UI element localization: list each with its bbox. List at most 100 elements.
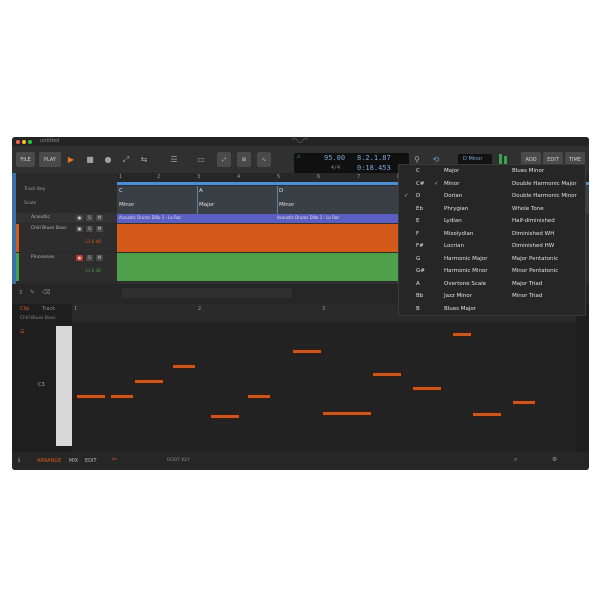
- menu-key-d[interactable]: D: [416, 193, 420, 199]
- note[interactable]: [110, 394, 134, 399]
- menu-scale-double-harmonic-minor[interactable]: Double Harmonic Minor: [512, 193, 577, 199]
- menu-key-e[interactable]: E: [416, 218, 419, 224]
- menu-scale-diminished-wh[interactable]: Diminished WH: [512, 231, 554, 237]
- grid-icon[interactable]: ⊞: [237, 152, 251, 167]
- track-acoustic[interactable]: Acoustic ● S M: [16, 213, 117, 223]
- menu-key-g[interactable]: G: [416, 256, 420, 262]
- tempo-display[interactable]: 95.00: [324, 154, 345, 162]
- note[interactable]: [247, 394, 271, 399]
- menu-key-csharp[interactable]: C#: [416, 181, 424, 187]
- menu-scale-minor[interactable]: Minor: [444, 181, 459, 187]
- info-icon[interactable]: ℹ: [18, 457, 20, 464]
- menu-key-b[interactable]: B: [416, 306, 420, 312]
- note[interactable]: [412, 386, 442, 391]
- zoom-window-button[interactable]: [28, 139, 32, 144]
- stop-icon[interactable]: ■: [84, 152, 96, 167]
- menu-scale-major[interactable]: Major: [444, 168, 459, 174]
- editor-overview[interactable]: [122, 288, 292, 298]
- play-icon[interactable]: ▶: [65, 152, 77, 167]
- menu-key-c[interactable]: C: [416, 168, 420, 174]
- file-button[interactable]: FILE: [16, 152, 35, 167]
- note[interactable]: [512, 400, 536, 405]
- note[interactable]: [134, 379, 164, 384]
- fit-icon[interactable]: ⤢: [217, 152, 231, 167]
- note[interactable]: [172, 364, 196, 369]
- note[interactable]: [372, 372, 402, 377]
- note-grid[interactable]: 1 2 3: [72, 304, 576, 452]
- record-arm-button[interactable]: ●: [76, 226, 83, 232]
- menu-scale-locrian[interactable]: Locrian: [444, 243, 464, 249]
- menu-scale-lydian[interactable]: Lydian: [444, 218, 462, 224]
- menu-scale-harmonic-minor[interactable]: Harmonic Minor: [444, 268, 488, 274]
- menu-scale-blues-major[interactable]: Blues Major: [444, 306, 476, 312]
- solo-button[interactable]: S: [86, 255, 93, 261]
- menu-icon[interactable]: ☰: [167, 152, 181, 167]
- automation-icon[interactable]: ⤢: [120, 152, 132, 167]
- track-chill-blues-bass[interactable]: Chill Blues Bass ● S M -13.0 dB: [16, 224, 117, 252]
- pinceanne-clip[interactable]: [117, 253, 413, 281]
- minimize-window-button[interactable]: [22, 139, 26, 144]
- menu-scale-dorian[interactable]: Dorian: [444, 193, 462, 199]
- menu-key-a[interactable]: A: [416, 281, 420, 287]
- menu-scale-harmonic-major[interactable]: Harmonic Major: [444, 256, 487, 262]
- solo-button[interactable]: S: [86, 215, 93, 221]
- note[interactable]: [472, 412, 502, 417]
- record-icon[interactable]: ●: [102, 152, 114, 167]
- layout-icon[interactable]: ☰: [20, 329, 24, 335]
- menu-scale-phrygian[interactable]: Phrygian: [444, 206, 468, 212]
- menu-scale-overtone[interactable]: Overtone Scale: [444, 281, 486, 287]
- note[interactable]: [210, 414, 240, 419]
- volume-readout[interactable]: -13.0 dB: [84, 239, 101, 244]
- note[interactable]: [452, 332, 472, 337]
- time-signature[interactable]: 4/4: [331, 165, 340, 171]
- menu-scale-minor-triad[interactable]: Minor Triad: [512, 293, 542, 299]
- pencil-tool-icon[interactable]: ✎: [30, 289, 35, 296]
- piano-roll[interactable]: Clip Track Chill Blues Bass ☰ C3 1 2 3: [12, 304, 589, 452]
- solo-button[interactable]: S: [86, 226, 93, 232]
- settings-icon[interactable]: ⚙: [552, 456, 557, 463]
- menu-key-eb[interactable]: Eb: [416, 206, 423, 212]
- menu-scale-double-harmonic-major[interactable]: Double Harmonic Major: [512, 181, 577, 187]
- menu-key-f[interactable]: F: [416, 231, 419, 237]
- menu-key-gsharp[interactable]: G#: [416, 268, 425, 274]
- play-button[interactable]: PLAY: [39, 152, 61, 167]
- volume-readout[interactable]: -13.0 dB: [84, 268, 101, 273]
- note[interactable]: [292, 349, 322, 354]
- menu-scale-major-triad[interactable]: Major Triad: [512, 281, 542, 287]
- menu-scale-blues-minor[interactable]: Blues Minor: [512, 168, 544, 174]
- acoustic-clip[interactable]: Acoustic Drums Dillo 1 - Lo Roc Acoustic…: [117, 214, 413, 223]
- edit-tab[interactable]: EDIT: [85, 458, 97, 464]
- menu-scale-mixolydian[interactable]: Mixolydian: [444, 231, 473, 237]
- close-window-button[interactable]: [16, 139, 20, 144]
- mix-tab[interactable]: MIX: [69, 458, 78, 464]
- record-arm-button[interactable]: ●: [76, 255, 83, 261]
- menu-scale-whole-tone[interactable]: Whole Tone: [512, 206, 544, 212]
- loop-icon[interactable]: ⇆: [138, 152, 150, 167]
- note[interactable]: [76, 394, 106, 399]
- mute-button[interactable]: M: [96, 226, 103, 232]
- eraser-tool-icon[interactable]: ⌫: [42, 289, 50, 296]
- record-arm-button[interactable]: ●: [76, 215, 83, 221]
- bass-clip[interactable]: [117, 224, 413, 252]
- arrange-tab[interactable]: ARRANGE: [37, 458, 61, 464]
- mute-button[interactable]: M: [96, 255, 103, 261]
- menu-scale-diminished-hw[interactable]: Diminished HW: [512, 243, 554, 249]
- tab-track[interactable]: Track: [42, 306, 55, 312]
- menu-key-bb[interactable]: Bb: [416, 293, 423, 299]
- menu-key-fsharp[interactable]: F#: [416, 243, 424, 249]
- piano-keys[interactable]: [56, 326, 72, 446]
- menu-scale-jazz-minor[interactable]: Jazz Minor: [444, 293, 472, 299]
- search-icon[interactable]: ⌕: [514, 456, 517, 464]
- menu-scale-minor-pentatonic[interactable]: Minor Pentatonic: [512, 268, 558, 274]
- menu-scale-major-pentatonic[interactable]: Major Pentatonic: [512, 256, 558, 262]
- cut-tool-icon[interactable]: ✂: [112, 456, 117, 463]
- note[interactable]: [322, 411, 372, 416]
- menu-scale-half-diminished[interactable]: Half-diminished: [512, 218, 555, 224]
- mute-button[interactable]: M: [96, 215, 103, 221]
- tap-icon[interactable]: ⌂: [297, 154, 300, 160]
- tab-clip[interactable]: Clip: [20, 306, 29, 312]
- track-pinceanne[interactable]: Pinceanne ● S M -13.0 dB: [16, 253, 117, 281]
- waveform-icon[interactable]: ∿: [257, 152, 271, 167]
- pointer-tool-icon[interactable]: ⇕: [18, 289, 23, 296]
- monitor-icon[interactable]: ▭: [194, 152, 208, 167]
